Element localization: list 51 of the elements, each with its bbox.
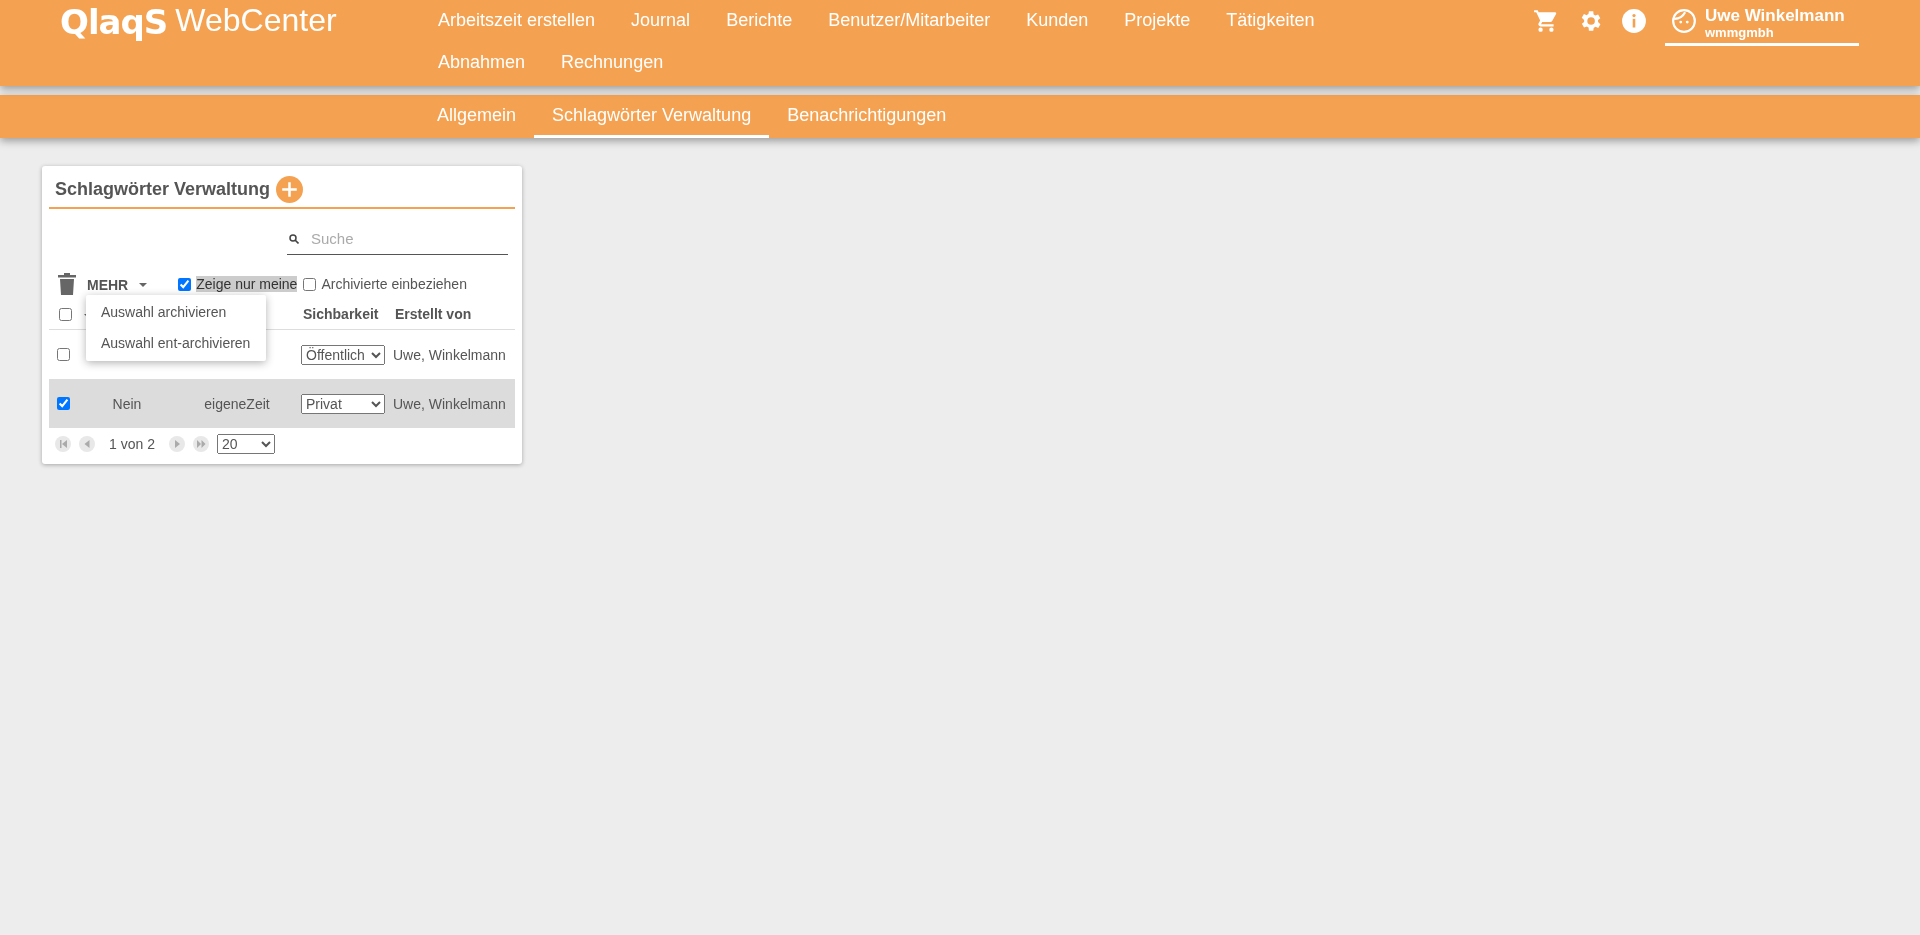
- search-input[interactable]: Suche: [309, 229, 493, 248]
- nav-link[interactable]: Kunden: [1008, 0, 1107, 42]
- product-name: WebCenter: [175, 2, 337, 39]
- search-field[interactable]: Suche: [287, 227, 508, 255]
- tab[interactable]: Schlagwörter Verwaltung: [534, 95, 770, 138]
- filter-label: Archivierte einbeziehen: [321, 276, 467, 292]
- pager-button[interactable]: [192, 436, 209, 452]
- user-name: Uwe Winkelmann: [1705, 6, 1845, 26]
- table-cell: Uwe, Winkelmann: [389, 379, 515, 428]
- nav-link[interactable]: Arbeitszeit erstellen: [420, 0, 614, 42]
- nav-link[interactable]: Benutzer/Mitarbeiter: [810, 0, 1009, 42]
- visibility-dropdown[interactable]: Privat: [301, 393, 385, 414]
- menu-item[interactable]: Auswahl ent-archivieren: [86, 328, 266, 359]
- column-header[interactable]: Erstellt von: [389, 299, 515, 330]
- nav-link[interactable]: Projekte: [1106, 0, 1209, 42]
- more-button[interactable]: MEHR: [77, 273, 159, 297]
- checkbox[interactable]: [178, 277, 192, 291]
- checkbox[interactable]: [303, 277, 317, 291]
- column-header[interactable]: Sichbarkeit: [297, 299, 389, 330]
- visibility-dropdown[interactable]: Öffentlich: [301, 344, 385, 365]
- logo: QlaqS: [60, 2, 168, 42]
- add-icon[interactable]: [276, 176, 304, 203]
- table-cell: Uwe, Winkelmann: [389, 329, 515, 379]
- tab[interactable]: Benachrichtigungen: [769, 95, 965, 138]
- nav-link[interactable]: Rechnungen: [543, 42, 682, 84]
- checkbox[interactable]: [57, 348, 70, 361]
- checkbox[interactable]: [57, 397, 70, 410]
- nav-link[interactable]: Tätigkeiten: [1208, 0, 1333, 42]
- page-indicator: 1 von 2: [109, 436, 155, 452]
- table-cell: eigeneZeit: [177, 379, 297, 428]
- avatar-icon: [1671, 8, 1697, 34]
- pager-button[interactable]: [79, 436, 95, 452]
- tab[interactable]: Allgemein: [419, 95, 535, 138]
- filter-label: Zeige nur meine: [196, 276, 298, 292]
- search-icon: [289, 233, 299, 244]
- cart-icon[interactable]: [1533, 8, 1559, 34]
- pager-button[interactable]: [55, 436, 71, 452]
- nav-link[interactable]: Journal: [613, 0, 709, 42]
- user-menu[interactable]: Uwe Winkelmann wmmgmbh: [1665, 6, 1859, 46]
- caret-icon: [138, 282, 149, 288]
- pager-button[interactable]: [168, 436, 185, 452]
- trash-icon[interactable]: [57, 273, 77, 295]
- table-cell: Nein: [77, 379, 177, 428]
- nav-link[interactable]: Berichte: [708, 0, 811, 42]
- company-name: wmmgmbh: [1705, 26, 1775, 40]
- page-size-dropdown[interactable]: 20: [216, 434, 275, 454]
- info-icon[interactable]: [1621, 8, 1647, 34]
- card-title: Schlagwörter Verwaltung: [55, 179, 271, 200]
- checkbox[interactable]: [59, 307, 72, 321]
- menu-item[interactable]: Auswahl archivieren: [86, 297, 266, 328]
- nav-link[interactable]: Abnahmen: [420, 42, 544, 84]
